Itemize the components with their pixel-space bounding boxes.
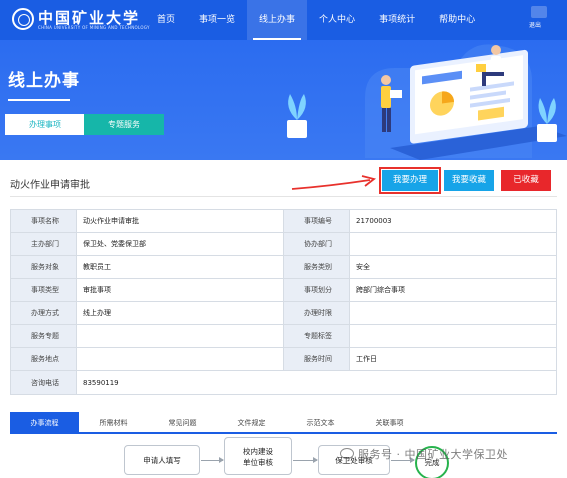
field-label: 协办部门 (283, 232, 350, 256)
tab-special-services[interactable]: 专题服务 (84, 114, 164, 135)
hero-banner: 中国矿业大学 CHINA UNIVERSITY OF MINING AND TE… (0, 0, 567, 160)
tab-related-items[interactable]: 关联事项 (355, 412, 424, 432)
tab-faq[interactable]: 常见问题 (148, 412, 217, 432)
table-row: 事项类型 审批事项 事项划分 跨部门综合事项 (10, 278, 557, 302)
arrow-right-icon (291, 175, 377, 190)
table-row: 主办部门 保卫处、党委保卫部 协办部门 (10, 232, 557, 256)
tab-process[interactable]: 办事流程 (10, 412, 79, 432)
table-row: 服务专题 专题标签 (10, 324, 557, 348)
watermark-text: 服务号 · 中国矿业大学保卫处 (358, 448, 508, 461)
field-value: 工作日 (349, 347, 557, 371)
table-row: 事项名称 动火作业申请审批 事项编号 21700003 (10, 209, 557, 233)
field-label: 服务类别 (283, 255, 350, 279)
tab-sample-text[interactable]: 示范文本 (286, 412, 355, 432)
nav-item-list[interactable]: 事项一览 (187, 0, 247, 40)
field-label: 事项名称 (10, 209, 77, 233)
field-label: 服务地点 (10, 347, 77, 371)
field-label: 服务对象 (10, 255, 77, 279)
page-title: 线上办事 (8, 71, 80, 91)
field-label: 办理时限 (283, 301, 350, 325)
office-illustration (287, 44, 567, 160)
flow-step-label: 单位审核 (243, 458, 273, 467)
handle-button[interactable]: 我要办理 (379, 167, 441, 194)
field-label: 咨询电话 (10, 370, 77, 395)
field-value: 教职员工 (76, 255, 284, 279)
field-value (76, 347, 284, 371)
watermark: 服务号 · 中国矿业大学保卫处 (340, 446, 508, 462)
seal-icon (12, 8, 34, 30)
title-underline (8, 99, 70, 101)
field-value (349, 301, 557, 325)
detail-tabs: 办事流程 所需材料 常见问题 文件规定 示范文本 关联事项 (10, 412, 557, 434)
field-label: 服务时间 (283, 347, 350, 371)
table-row: 办理方式 线上办理 办理时限 (10, 301, 557, 325)
field-value: 审批事项 (76, 278, 284, 302)
tab-regulations[interactable]: 文件规定 (217, 412, 286, 432)
field-value (76, 324, 284, 348)
flow-arrow (293, 457, 318, 463)
field-value: 线上办理 (76, 301, 284, 325)
favorited-button[interactable]: 已收藏 (501, 170, 551, 191)
field-value: 保卫处、党委保卫部 (76, 232, 284, 256)
item-info-table: 事项名称 动火作业申请审批 事项编号 21700003 主办部门 保卫处、党委保… (10, 209, 557, 395)
field-label: 主办部门 (10, 232, 77, 256)
field-label: 事项编号 (283, 209, 350, 233)
field-label: 专题标签 (283, 324, 350, 348)
logo-subtitle: CHINA UNIVERSITY OF MINING AND TECHNOLOG… (38, 25, 150, 30)
tab-materials[interactable]: 所需材料 (79, 412, 148, 432)
flow-arrow (201, 457, 224, 463)
field-label: 服务专题 (10, 324, 77, 348)
wechat-icon (340, 448, 354, 459)
item-title: 动火作业申请审批 (10, 180, 90, 191)
field-value: 83590119 (76, 370, 557, 395)
field-value: 安全 (349, 255, 557, 279)
field-value (349, 324, 557, 348)
field-value (349, 232, 557, 256)
university-logo[interactable]: 中国矿业大学 CHINA UNIVERSITY OF MINING AND TE… (6, 5, 149, 31)
field-label: 事项类型 (10, 278, 77, 302)
flow-step-unit-review: 校内建设 单位审核 (224, 437, 292, 475)
field-value: 21700003 (349, 209, 557, 233)
favorite-button[interactable]: 我要收藏 (444, 170, 494, 191)
tab-handle-items[interactable]: 办理事项 (5, 114, 85, 135)
field-value: 动火作业申请审批 (76, 209, 284, 233)
table-row: 服务对象 教职员工 服务类别 安全 (10, 255, 557, 279)
avatar[interactable] (531, 6, 547, 18)
table-row: 咨询电话 83590119 (10, 370, 557, 395)
field-label: 事项划分 (283, 278, 350, 302)
field-value: 跨部门综合事项 (349, 278, 557, 302)
flow-step-apply: 申请人填写 (124, 445, 200, 475)
field-label: 办理方式 (10, 301, 77, 325)
divider (10, 196, 557, 197)
nav-home[interactable]: 首页 (145, 0, 187, 40)
table-row: 服务地点 服务时间 工作日 (10, 347, 557, 371)
flow-step-label: 校内建设 (243, 447, 273, 456)
